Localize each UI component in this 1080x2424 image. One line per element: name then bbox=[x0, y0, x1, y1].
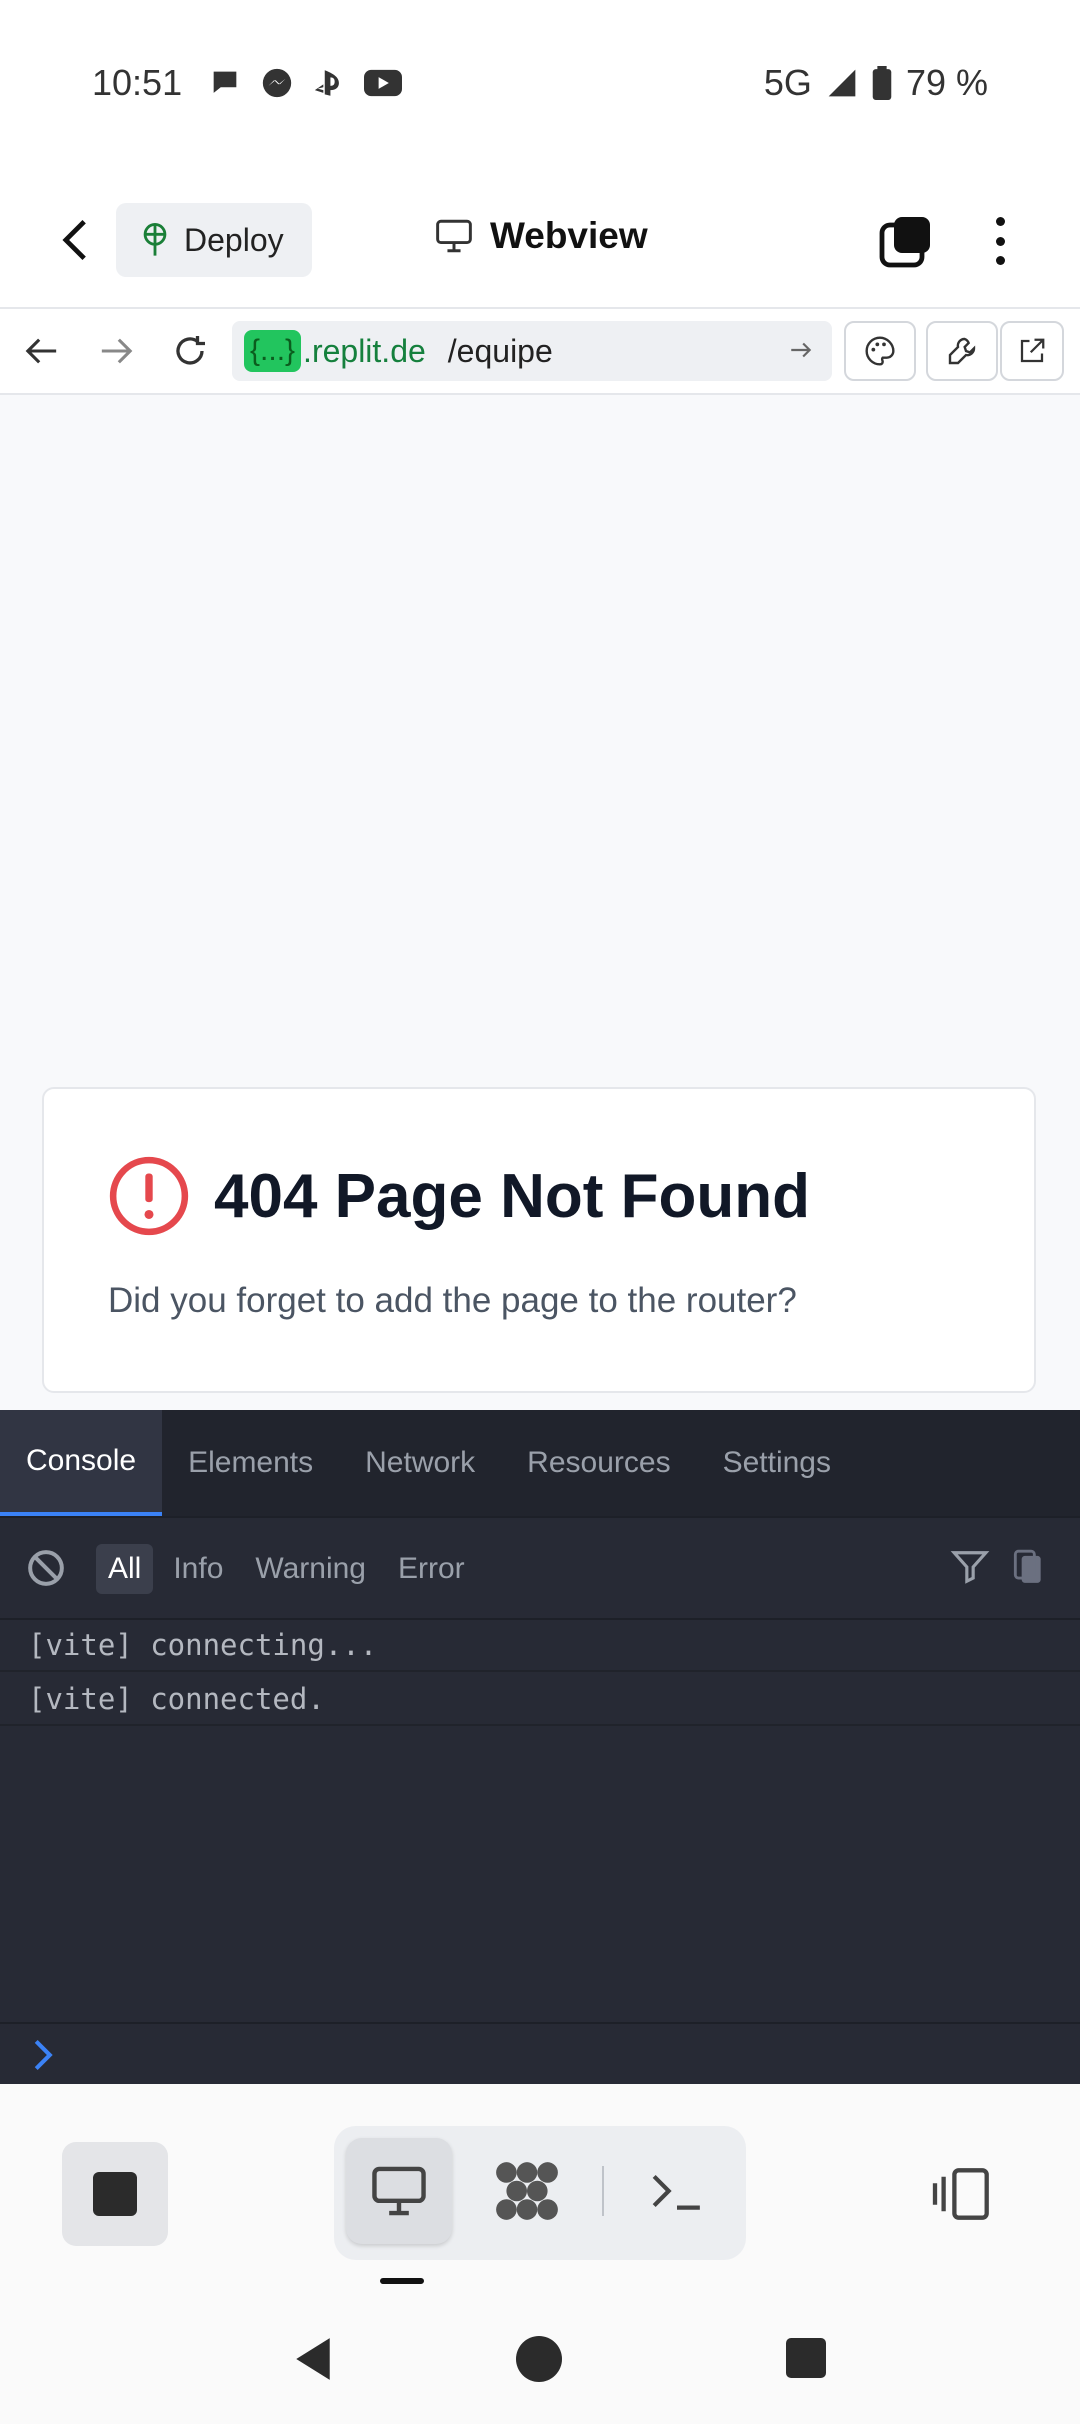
selected-indicator bbox=[380, 2278, 424, 2284]
error-title: 404 Page Not Found bbox=[214, 1162, 810, 1231]
network-type: 5G bbox=[763, 62, 812, 103]
shell-view-button[interactable] bbox=[624, 2138, 730, 2244]
stop-icon bbox=[93, 2172, 137, 2216]
devtools-button[interactable] bbox=[926, 321, 998, 381]
deploy-icon bbox=[143, 223, 167, 256]
filter-error[interactable]: Error bbox=[386, 1544, 477, 1594]
devtools-panel: Console Elements Network Resources Setti… bbox=[0, 1410, 1080, 2084]
system-recents-icon[interactable] bbox=[786, 2338, 826, 2378]
reload-icon bbox=[176, 336, 205, 365]
log-level-filters: All Info Warning Error bbox=[96, 1544, 477, 1594]
tabs-icon[interactable] bbox=[878, 213, 934, 269]
chat-bubble-icon bbox=[213, 71, 237, 93]
app-bar: Deploy Webview bbox=[0, 175, 1080, 309]
alert-circle-icon bbox=[109, 1156, 189, 1236]
panel-toggle-icon[interactable] bbox=[930, 2166, 996, 2222]
palette-icon bbox=[865, 336, 895, 366]
error-card: 404 Page Not Found Did you forget to add… bbox=[42, 1087, 1036, 1393]
agent-view-button[interactable] bbox=[474, 2138, 580, 2244]
system-status: 5G 79 % bbox=[764, 62, 988, 104]
open-external-button[interactable] bbox=[1000, 321, 1064, 381]
url-tag: {...} bbox=[244, 330, 302, 372]
arrow-right-icon bbox=[101, 338, 133, 364]
prompt-chevron-icon bbox=[34, 2039, 53, 2071]
clock: 10:51 bbox=[92, 62, 183, 103]
deploy-button[interactable]: Deploy bbox=[116, 203, 312, 277]
browser-back-button[interactable] bbox=[18, 327, 66, 375]
devtools-tabs: Console Elements Network Resources Setti… bbox=[0, 1410, 1080, 1516]
console-log-line: [vite] connected. bbox=[0, 1672, 1080, 1726]
agent-icon bbox=[496, 2162, 558, 2220]
signal-icon bbox=[828, 69, 856, 97]
copy-icon[interactable] bbox=[1012, 1548, 1044, 1586]
tab-resources[interactable]: Resources bbox=[501, 1410, 696, 1516]
url-path: /equipe bbox=[447, 332, 553, 369]
tab-elements[interactable]: Elements bbox=[162, 1410, 339, 1516]
system-back-icon[interactable] bbox=[290, 2336, 336, 2382]
deploy-label: Deploy bbox=[184, 221, 284, 258]
stop-button[interactable] bbox=[62, 2142, 168, 2246]
reload-button[interactable] bbox=[166, 327, 214, 375]
view-switcher bbox=[334, 2126, 746, 2260]
youtube-icon bbox=[364, 69, 402, 97]
external-link-icon bbox=[1020, 338, 1045, 363]
arrow-left-icon bbox=[25, 338, 57, 364]
terminal-icon bbox=[652, 2174, 700, 2210]
divider bbox=[602, 2166, 604, 2216]
filter-warning[interactable]: Warning bbox=[243, 1544, 378, 1594]
browser-forward-button[interactable] bbox=[92, 327, 140, 375]
filter-all[interactable]: All bbox=[96, 1544, 154, 1594]
clear-console-icon[interactable] bbox=[26, 1548, 66, 1588]
playstation-icon bbox=[314, 70, 339, 96]
tab-console[interactable]: Console bbox=[0, 1410, 163, 1516]
monitor-icon bbox=[436, 219, 472, 253]
error-message: Did you forget to add the page to the ro… bbox=[108, 1281, 797, 1320]
notification-icons bbox=[208, 66, 402, 100]
status-bar: 10:51 5G 79 % bbox=[0, 0, 1080, 175]
page-title: Webview bbox=[434, 215, 648, 257]
page-title-text: Webview bbox=[490, 215, 648, 256]
console-input[interactable] bbox=[0, 2022, 1080, 2086]
battery-level: 79 % bbox=[905, 62, 988, 103]
filter-info[interactable]: Info bbox=[161, 1544, 235, 1594]
tab-network[interactable]: Network bbox=[339, 1410, 501, 1516]
go-arrow-icon[interactable] bbox=[788, 337, 814, 363]
url-input[interactable]: {...} .replit.de /equipe bbox=[232, 321, 832, 381]
monitor-icon bbox=[372, 2166, 426, 2216]
url-domain: .replit.de bbox=[303, 332, 426, 369]
system-home-icon[interactable] bbox=[516, 2336, 562, 2382]
chevron-left-icon bbox=[62, 219, 86, 261]
filter-funnel-icon[interactable] bbox=[950, 1548, 990, 1586]
console-filter-bar: All Info Warning Error bbox=[0, 1516, 1080, 1620]
battery-icon bbox=[872, 66, 892, 100]
wrench-icon bbox=[948, 337, 976, 365]
messenger-icon bbox=[262, 68, 292, 98]
more-options-button[interactable] bbox=[980, 213, 1020, 269]
url-toolbar: {...} .replit.de /equipe bbox=[0, 309, 1080, 395]
webview-view-button[interactable] bbox=[346, 2138, 452, 2244]
theme-button[interactable] bbox=[844, 321, 916, 381]
back-button[interactable] bbox=[50, 215, 100, 265]
console-log-line: [vite] connecting... bbox=[0, 1618, 1080, 1672]
tab-settings[interactable]: Settings bbox=[697, 1410, 857, 1516]
